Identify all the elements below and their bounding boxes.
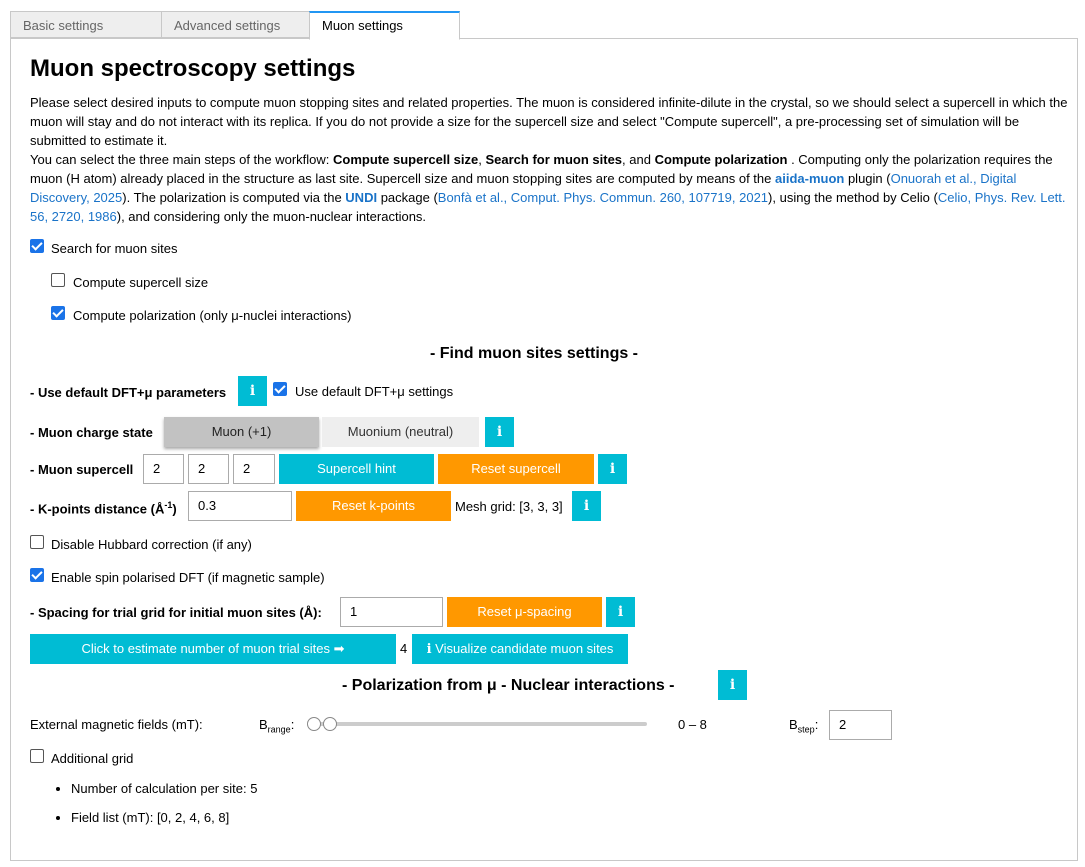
page-title: Muon spectroscopy settings — [30, 55, 356, 82]
spin-polarised-checkbox[interactable] — [30, 568, 44, 582]
brange-label: Brange: — [259, 717, 295, 735]
kpoints-label: - K-points distance (Å-1) — [30, 500, 177, 517]
brange-value: 0 – 8 — [678, 717, 707, 732]
brange-min-handle[interactable] — [307, 717, 321, 731]
info-icon: i — [426, 642, 432, 657]
muonium-neutral-toggle[interactable]: Muonium (neutral) — [322, 417, 479, 447]
trial-sites-count: 4 — [400, 641, 408, 656]
dft-info-icon[interactable]: i — [238, 376, 267, 406]
kpoints-info-icon[interactable]: i — [572, 491, 601, 521]
mesh-grid-text: Mesh grid: [3, 3, 3] — [455, 499, 563, 514]
supercell-info-icon[interactable]: i — [598, 454, 627, 484]
undi-link[interactable]: UNDI — [345, 190, 377, 205]
supercell-x-input[interactable]: 2 — [143, 454, 184, 484]
list-item: Field list (mT): [0, 2, 4, 6, 8] — [71, 807, 257, 836]
charge-state-label: - Muon charge state — [30, 425, 153, 440]
compute-polarization-label: Compute polarization (only μ-nuclei inte… — [73, 308, 352, 323]
disable-hubbard-label: Disable Hubbard correction (if any) — [51, 537, 252, 552]
kpoints-input[interactable]: 0.3 — [188, 491, 292, 521]
intro-text: Please select desired inputs to compute … — [30, 95, 1068, 224]
tab-basic-settings[interactable]: Basic settings — [10, 11, 162, 38]
magnetic-fields-label: External magnetic fields (mT): — [30, 717, 203, 732]
compute-supercell-label: Compute supercell size — [73, 275, 209, 290]
supercell-hint-button[interactable]: Supercell hint — [279, 454, 434, 484]
search-sites-label: Search for muon sites — [51, 241, 178, 256]
step-compute-supercell: Compute supercell size — [333, 152, 479, 167]
muon-plus-toggle[interactable]: Muon (+1) — [164, 417, 319, 447]
brange-slider[interactable] — [310, 722, 647, 726]
calculation-summary-list: Number of calculation per site: 5 Field … — [30, 778, 257, 836]
reset-spacing-button[interactable]: Reset μ-spacing — [447, 597, 602, 627]
step-compute-polarization: Compute polarization — [654, 152, 788, 167]
tab-advanced-settings[interactable]: Advanced settings — [161, 11, 310, 38]
list-item: Number of calculation per site: 5 — [71, 778, 257, 807]
compute-polarization-checkbox[interactable] — [51, 306, 65, 320]
supercell-y-input[interactable]: 2 — [188, 454, 229, 484]
charge-info-icon[interactable]: i — [485, 417, 514, 447]
spacing-label: - Spacing for trial grid for initial muo… — [30, 605, 322, 620]
search-sites-checkbox[interactable] — [30, 239, 44, 253]
find-sites-heading: - Find muon sites settings - — [430, 345, 639, 362]
additional-grid-label: Additional grid — [51, 751, 134, 766]
additional-grid-checkbox[interactable] — [30, 749, 44, 763]
tab-muon-settings[interactable]: Muon settings — [309, 11, 460, 40]
bstep-input[interactable]: 2 — [829, 710, 892, 740]
supercell-z-input[interactable]: 2 — [233, 454, 275, 484]
polarization-heading: - Polarization from μ - Nuclear interact… — [342, 677, 675, 694]
polarization-info-icon[interactable]: i — [718, 670, 747, 700]
compute-supercell-checkbox[interactable] — [51, 273, 65, 287]
supercell-label: - Muon supercell — [30, 462, 134, 477]
visualize-sites-button[interactable]: i Visualize candidate muon sites — [412, 634, 628, 664]
bonfa-reference-link[interactable]: Bonfà et al., Comput. Phys. Commun. 260,… — [438, 190, 768, 205]
spacing-input[interactable]: 1 — [340, 597, 443, 627]
disable-hubbard-checkbox[interactable] — [30, 535, 44, 549]
reset-supercell-button[interactable]: Reset supercell — [438, 454, 594, 484]
step-search-sites: Search for muon sites — [485, 152, 623, 167]
spacing-info-icon[interactable]: i — [606, 597, 635, 627]
default-dft-label: Use default DFT+μ settings — [295, 384, 454, 399]
bstep-label: Bstep: — [789, 717, 819, 735]
aiida-muon-link[interactable]: aiida-muon — [775, 171, 844, 186]
default-dft-checkbox[interactable] — [273, 382, 287, 396]
spin-polarised-label: Enable spin polarised DFT (if magnetic s… — [51, 570, 325, 585]
reset-kpoints-button[interactable]: Reset k-points — [296, 491, 451, 521]
dft-params-label: - Use default DFT+μ parameters — [30, 385, 227, 400]
brange-max-handle[interactable] — [323, 717, 337, 731]
estimate-trial-sites-button[interactable]: Click to estimate number of muon trial s… — [30, 634, 396, 664]
